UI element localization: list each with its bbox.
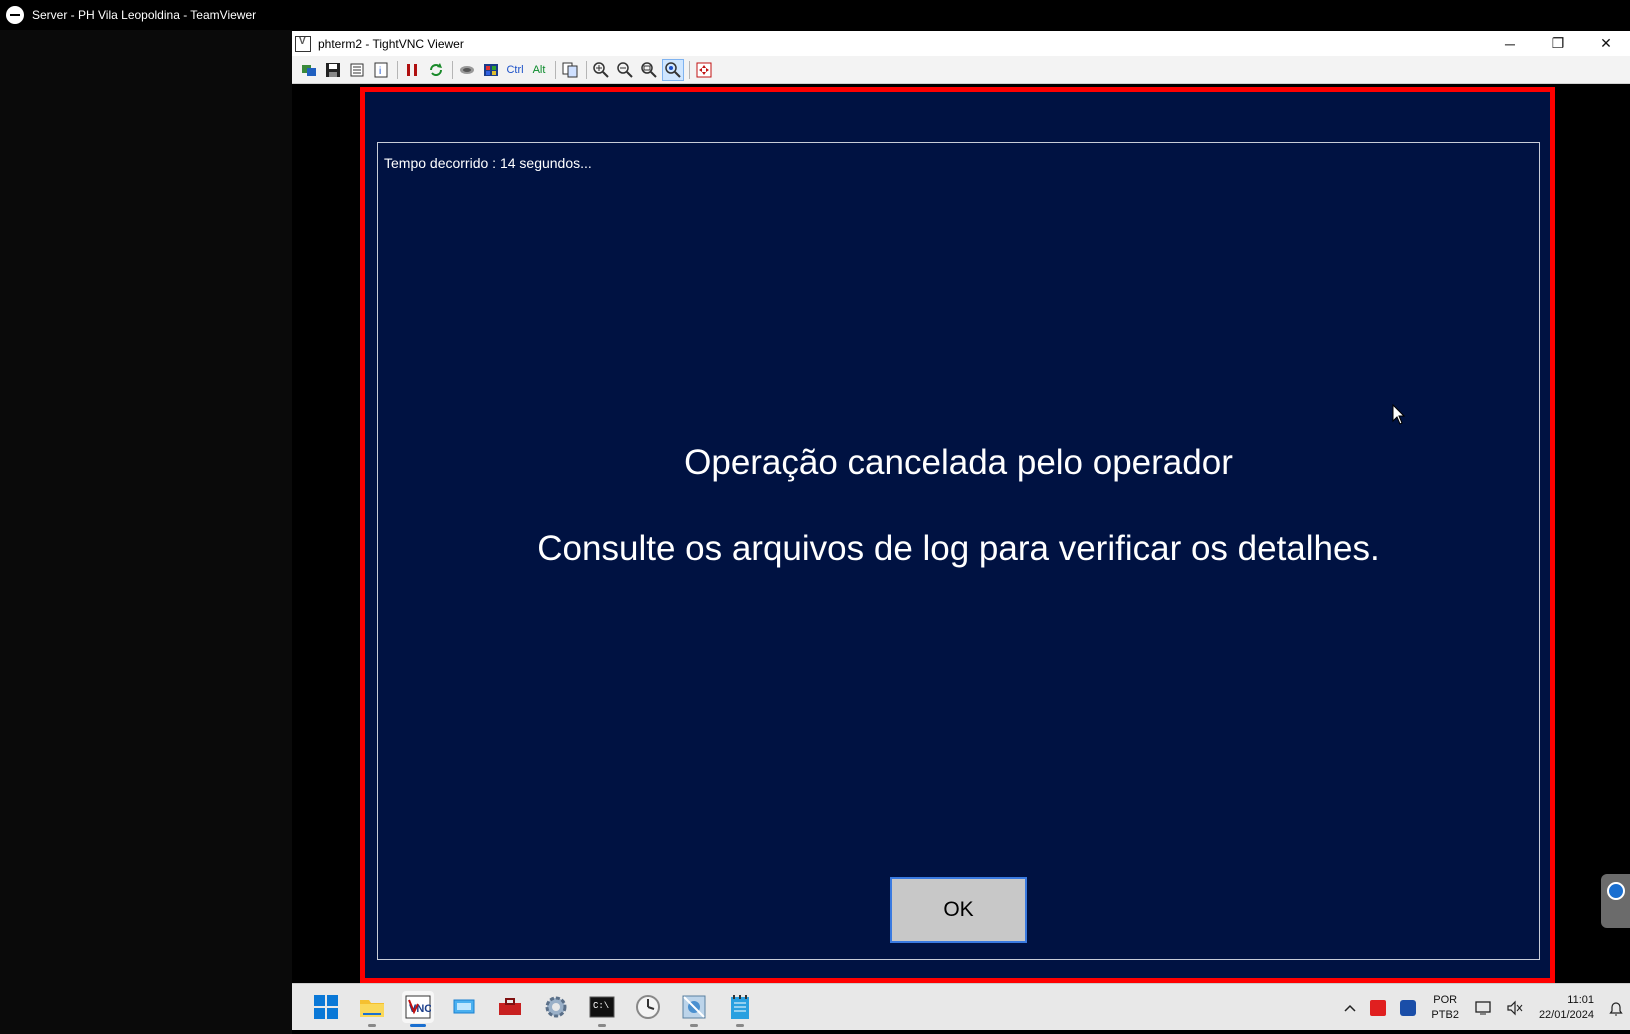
toolbar-separator (452, 60, 453, 79)
tightvnc-taskbar-icon[interactable]: VNC (402, 991, 434, 1027)
tightvnc-app-icon (295, 35, 311, 52)
fullscreen-icon[interactable] (693, 59, 715, 81)
clock-date: 22/01/2024 (1538, 1008, 1594, 1021)
ok-button[interactable]: OK (890, 877, 1027, 943)
volume-muted-icon[interactable] (1506, 1000, 1524, 1016)
clock-time: 11:01 (1567, 993, 1594, 1006)
terminal-icon[interactable]: C:\ (586, 991, 618, 1027)
show-hidden-icons-chevron-icon[interactable] (1344, 1004, 1356, 1012)
svg-text:C:\: C:\ (593, 1001, 609, 1011)
status-dialog: Tempo decorrido : 14 segundos... Operaçã… (377, 142, 1540, 960)
teamviewer-side-panel-tab[interactable] (1601, 874, 1630, 928)
windows-logo-icon (314, 995, 338, 1019)
network-status-icon[interactable] (1474, 1000, 1492, 1016)
taskbar-clock[interactable]: 11:01 22/01/2024 (1539, 993, 1594, 1023)
toolbox-icon[interactable] (494, 991, 526, 1023)
notepad-icon[interactable] (724, 991, 756, 1027)
log-instruction-message: Consulte os arquivos de log para verific… (537, 529, 1380, 568)
zoom-fit-icon[interactable] (662, 58, 684, 81)
zoom-out-icon[interactable] (614, 59, 636, 81)
options-icon[interactable] (346, 59, 368, 81)
ctrl-esc-icon[interactable] (480, 59, 502, 81)
ctrl-alt-del-icon[interactable] (456, 59, 478, 81)
toolbar-separator (397, 60, 398, 79)
minimize-button[interactable]: ─ (1486, 31, 1534, 56)
new-connection-icon[interactable] (298, 59, 320, 81)
teamviewer-tray-icon[interactable] (1400, 999, 1417, 1016)
alt-key-label: Alt (532, 63, 546, 76)
system-tray: POR PTB2 11:01 22/01/2024 (1337, 984, 1630, 1031)
clock-app-icon[interactable] (632, 991, 664, 1023)
language-code: POR (1433, 993, 1458, 1006)
remote-taskbar: VNC C:\ POR PTB2 11:01 22/01/2024 (292, 983, 1630, 1030)
toolbar-separator (555, 60, 556, 79)
teamviewer-tab-icon (1606, 882, 1625, 900)
file-explorer-icon[interactable] (356, 991, 388, 1027)
start-button[interactable] (310, 991, 342, 1023)
toolbar-separator (586, 60, 587, 79)
tightvnc-titlebar: phterm2 - TightVNC Viewer ─ ❐ ✕ (292, 31, 1630, 56)
anydesk-tray-icon[interactable] (1370, 999, 1387, 1016)
remote-app-window: Tempo decorrido : 14 segundos... Operaçã… (360, 87, 1555, 983)
alt-key-button[interactable]: Alt (528, 59, 550, 81)
teamviewer-window-title: Server - PH Vila Leopoldina - TeamViewer (32, 8, 257, 22)
remote-screen[interactable]: Tempo decorrido : 14 segundos... Operaçã… (292, 85, 1630, 1034)
zoom-in-icon[interactable] (590, 59, 612, 81)
pause-icon[interactable] (401, 59, 423, 81)
svg-text:i: i (379, 66, 381, 77)
teamviewer-background (0, 30, 292, 1034)
network-tool-icon[interactable] (678, 991, 710, 1027)
tightvnc-toolbar: i Ctrl Alt (292, 56, 1630, 84)
zoom-100-icon[interactable] (638, 59, 660, 81)
ctrl-key-label: Ctrl (506, 63, 524, 76)
transfer-files-icon[interactable] (559, 59, 581, 81)
teamviewer-titlebar: Server - PH Vila Leopoldina - TeamViewer (0, 0, 1630, 30)
input-language-indicator[interactable]: POR PTB2 (1431, 993, 1459, 1023)
save-icon[interactable] (322, 59, 344, 81)
remote-desktop-icon[interactable] (448, 991, 480, 1023)
connection-info-icon[interactable]: i (370, 59, 392, 81)
refresh-icon[interactable] (425, 59, 447, 81)
notification-bell-icon[interactable] (1609, 1000, 1623, 1016)
close-button[interactable]: ✕ (1582, 31, 1630, 56)
ctrl-key-button[interactable]: Ctrl (504, 59, 526, 81)
cancel-message: Operação cancelada pelo operador (684, 443, 1233, 482)
elapsed-time-label: Tempo decorrido : 14 segundos... (384, 155, 592, 171)
window-controls: ─ ❐ ✕ (1486, 31, 1630, 56)
teamviewer-logo-icon (6, 6, 24, 24)
keyboard-layout-code: PTB2 (1431, 1008, 1459, 1021)
tightvnc-window-title: phterm2 - TightVNC Viewer (318, 36, 464, 51)
settings-gear-icon[interactable] (540, 991, 572, 1023)
toolbar-separator (689, 60, 690, 79)
restore-button[interactable]: ❐ (1534, 31, 1582, 56)
tightvnc-window: phterm2 - TightVNC Viewer ─ ❐ ✕ i (292, 31, 1630, 1034)
